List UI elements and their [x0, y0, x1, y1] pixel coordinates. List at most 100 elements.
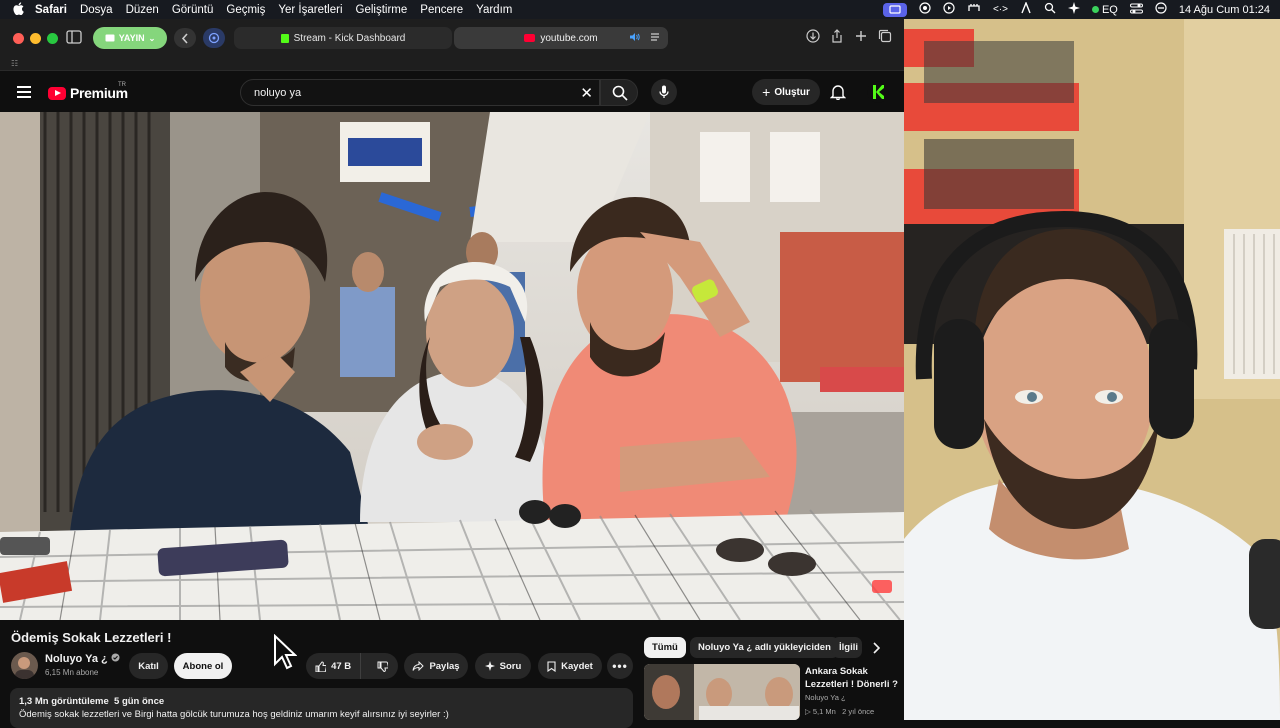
- downloads-icon[interactable]: [804, 29, 822, 46]
- create-label: Oluştur: [774, 86, 810, 98]
- tab-kick-dashboard[interactable]: Stream - Kick Dashboard: [234, 27, 452, 49]
- play-small-icon: ▷: [805, 707, 811, 716]
- join-button[interactable]: Katıl: [129, 653, 168, 679]
- recommended-channel: Noluyo Ya ¿: [805, 693, 846, 702]
- share-icon[interactable]: [828, 29, 846, 46]
- subscribe-button[interactable]: Abone ol: [174, 653, 232, 679]
- create-button[interactable]: + Oluştur: [752, 79, 820, 105]
- zoom-window-button[interactable]: [47, 33, 58, 44]
- dislike-button[interactable]: [366, 653, 398, 679]
- share-label: Paylaş: [429, 660, 460, 672]
- menubar-clock[interactable]: 14 Ağu Cum 01:24: [1179, 4, 1270, 16]
- chevron-right-icon[interactable]: [872, 641, 881, 659]
- clear-search-icon[interactable]: ✕: [580, 84, 593, 102]
- profile-switcher[interactable]: YAYIN ⌄: [93, 27, 167, 49]
- upload-age: 5 gün önce: [114, 696, 165, 707]
- view-count: 1,3 Mn görüntüleme: [19, 696, 109, 707]
- thumbs-up-icon: [315, 660, 327, 672]
- watch-metadata: Ödemiş Sokak Lezzetleri ! Noluyo Ya ¿ 6,…: [0, 620, 904, 728]
- microphone-icon: [659, 85, 669, 98]
- description-box[interactable]: 1,3 Mn görüntüleme 5 gün önce Ödemiş sok…: [10, 688, 633, 728]
- mouse-cursor-icon: [274, 634, 297, 670]
- tab-youtube[interactable]: youtube.com: [454, 27, 668, 49]
- sidebar-toggle-icon[interactable]: [66, 30, 84, 46]
- eq-status[interactable]: EQ: [1091, 3, 1118, 16]
- description-text: Ödemiş sokak lezzetleri ve Birgi hatta g…: [19, 709, 449, 720]
- profile-label: YAYIN: [118, 33, 145, 43]
- extension-icon[interactable]: [203, 28, 225, 48]
- sparkle-icon: [484, 661, 495, 671]
- share-button[interactable]: Paylaş: [404, 653, 468, 679]
- channel-avatar[interactable]: [11, 652, 38, 679]
- sparkle-icon[interactable]: [1067, 2, 1080, 17]
- menu-window[interactable]: Pencere: [420, 4, 463, 16]
- video-player[interactable]: [0, 112, 904, 620]
- code-icon[interactable]: <·>: [993, 4, 1008, 15]
- tab-overview-icon[interactable]: [876, 29, 894, 46]
- more-horizontal-icon: •••: [612, 659, 628, 673]
- minimize-window-button[interactable]: [30, 33, 41, 44]
- account-avatar[interactable]: [867, 81, 889, 103]
- menu-view[interactable]: Görüntü: [172, 4, 214, 16]
- back-button[interactable]: [174, 28, 196, 48]
- play-circle-icon[interactable]: [943, 2, 955, 17]
- menu-help[interactable]: Yardım: [476, 4, 512, 16]
- menu-history[interactable]: Geçmiş: [226, 4, 265, 16]
- thumbs-down-icon: [377, 661, 388, 672]
- channel-name-row[interactable]: Noluyo Ya ¿: [45, 653, 120, 665]
- save-button[interactable]: Kaydet: [538, 653, 602, 679]
- menu-icon[interactable]: [17, 86, 31, 98]
- controller-icon[interactable]: [967, 3, 981, 16]
- menu-file[interactable]: Dosya: [80, 4, 113, 16]
- speaker-icon[interactable]: [629, 32, 640, 45]
- recommended-thumbnail[interactable]: [644, 664, 800, 720]
- focus-icon[interactable]: [1155, 2, 1167, 17]
- menu-safari[interactable]: Safari: [35, 4, 67, 16]
- search-input[interactable]: [252, 86, 556, 100]
- like-button[interactable]: 47 B: [306, 653, 362, 679]
- webcam-scene: [904, 19, 1280, 720]
- search-button[interactable]: [600, 79, 638, 106]
- more-actions-button[interactable]: •••: [607, 653, 633, 679]
- chip-related[interactable]: İlgili: [832, 637, 862, 658]
- webcam-overlay: [904, 19, 1280, 720]
- eq-label: EQ: [1101, 3, 1118, 16]
- spotlight-search-icon[interactable]: [1044, 2, 1056, 17]
- logo-country-code: TR: [118, 82, 126, 88]
- youtube-premium-logo[interactable]: Premium TR: [48, 82, 128, 101]
- join-label: Katıl: [138, 660, 159, 672]
- chip-all[interactable]: Tümü: [644, 637, 686, 658]
- channel-name: Noluyo Ya ¿: [45, 653, 108, 665]
- recommended-video[interactable]: Ankara Sokak Lezzetleri ! Dönerli ? Nolu…: [644, 664, 904, 720]
- bookmark-icon: [547, 660, 556, 672]
- control-center-icon[interactable]: [1129, 3, 1143, 17]
- chevron-down-icon: ⌄: [148, 33, 156, 43]
- close-window-button[interactable]: [13, 33, 24, 44]
- recommended-channel-row: Noluyo Ya ¿: [805, 693, 846, 702]
- screenshot-icon[interactable]: [919, 2, 931, 17]
- menu-develop[interactable]: Geliştirme: [356, 4, 408, 16]
- safari-toolbar: YAYIN ⌄ Stream - Kick Dashboard youtube.…: [0, 19, 904, 57]
- apple-menu-icon[interactable]: [12, 1, 25, 18]
- notifications-icon[interactable]: [829, 84, 847, 101]
- recommended-stats: ▷ 5,1 Mn 2 yıl önce: [805, 707, 874, 716]
- new-tab-icon[interactable]: [852, 29, 870, 46]
- video-title: Ödemiş Sokak Lezzetleri !: [11, 630, 172, 645]
- recommended-title[interactable]: Ankara Sokak Lezzetleri ! Dönerli ?: [805, 665, 900, 691]
- voice-search-button[interactable]: [651, 79, 677, 105]
- chip-from-uploader[interactable]: Noluyo Ya ¿ adlı yükleyiciden: [690, 637, 839, 658]
- vpn-icon[interactable]: [1020, 1, 1032, 17]
- recommended-age: 2 yıl önce: [842, 707, 875, 716]
- menu-bookmarks[interactable]: Yer İşaretleri: [278, 4, 342, 16]
- youtube-favicon-icon: [524, 34, 536, 42]
- view-age-row: 1,3 Mn görüntüleme 5 gün önce: [19, 696, 164, 707]
- menu-edit[interactable]: Düzen: [126, 4, 159, 16]
- profile-card-icon: [105, 34, 115, 42]
- screen-mirror-icon[interactable]: [882, 2, 907, 17]
- ask-button[interactable]: Soru: [475, 653, 531, 679]
- youtube-logo-icon: [48, 86, 66, 100]
- recommended-views: 5,1 Mn: [812, 707, 836, 716]
- reader-icon[interactable]: [650, 32, 660, 45]
- plus-icon: +: [762, 84, 771, 100]
- favorites-grid-icon[interactable]: ☷: [11, 59, 18, 68]
